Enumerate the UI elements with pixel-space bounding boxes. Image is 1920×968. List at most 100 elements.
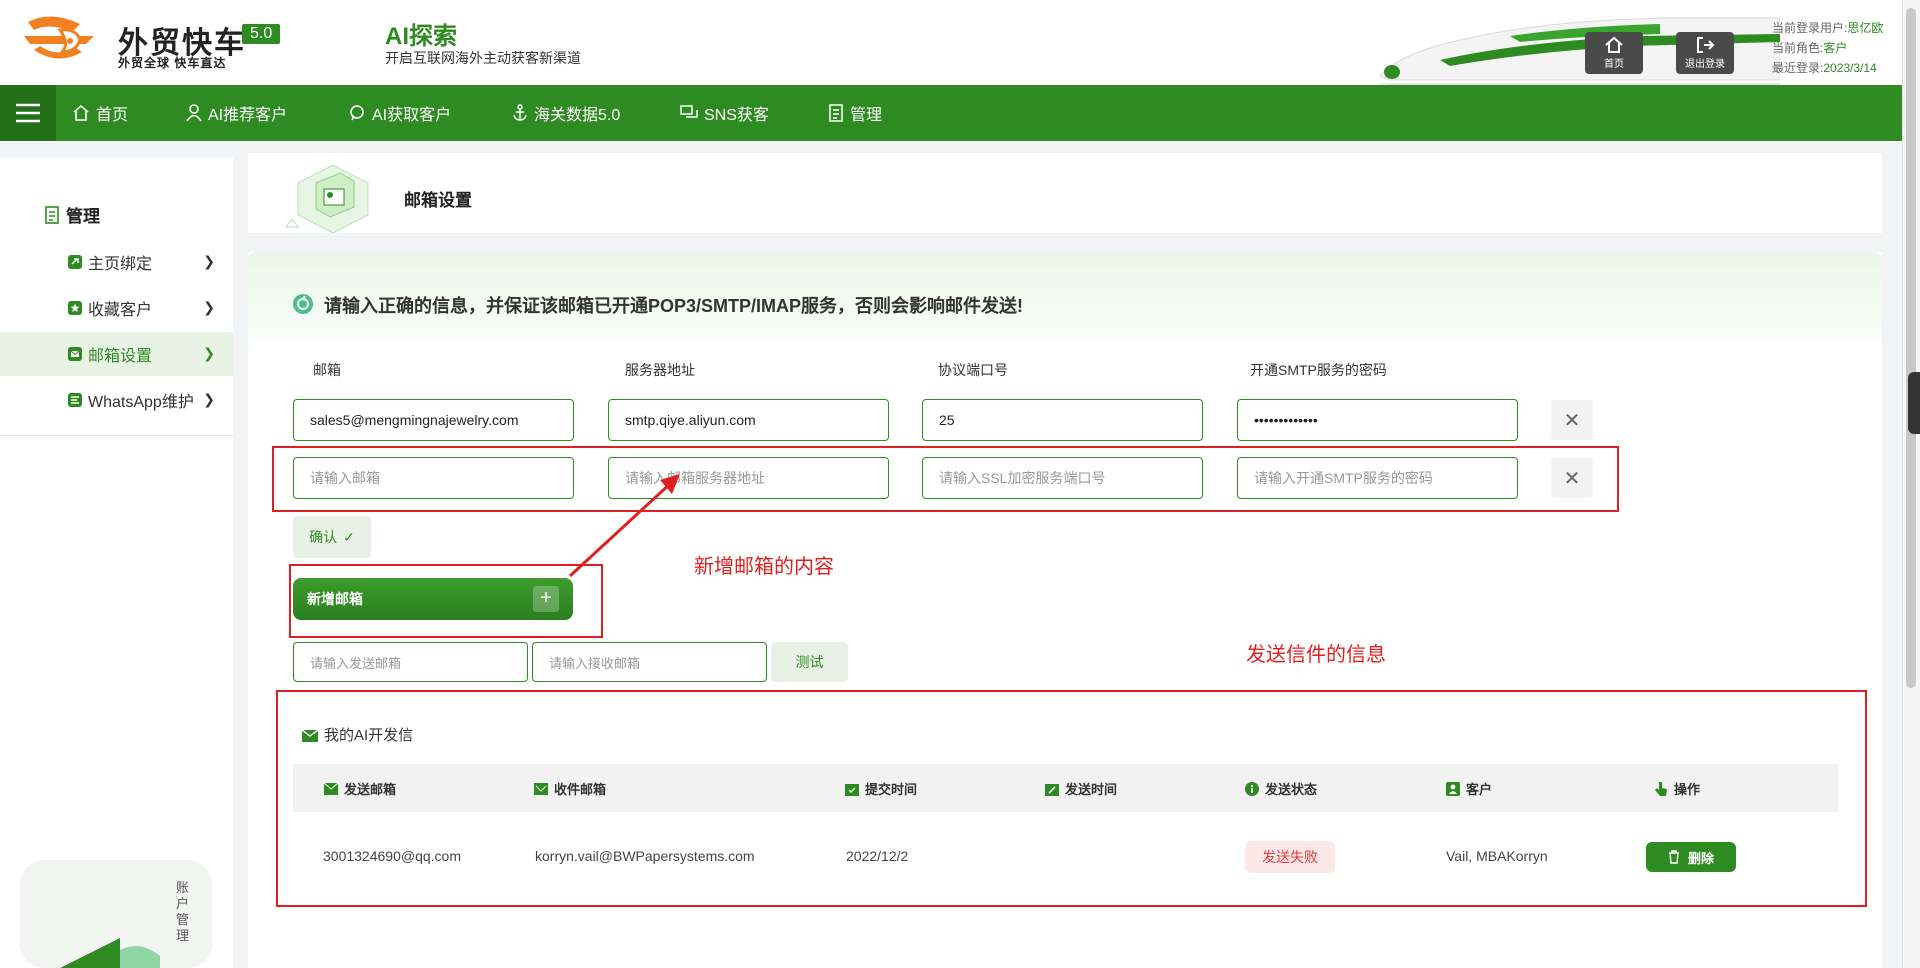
sidebar-divider <box>0 435 233 436</box>
port-field[interactable]: 25 <box>922 399 1203 441</box>
sidebar-item-homepage-binding[interactable]: 主页绑定 ❯ <box>0 240 233 284</box>
nav-item-label: 首页 <box>96 107 129 124</box>
email-field[interactable]: sales5@mengmingnajewelry.com <box>293 399 574 441</box>
delete-button[interactable]: 删除 <box>1646 842 1736 872</box>
column-submit-time: 提交时间 <box>845 779 917 798</box>
sidebar-item-whatsapp[interactable]: WhatsApp维护 ❯ <box>0 378 233 422</box>
nav-item-ai-recommend[interactable]: AI推荐客户 <box>186 85 287 141</box>
delete-button-label: 删除 <box>1687 850 1714 866</box>
menu-toggle-button[interactable] <box>0 85 56 141</box>
sidebar-item-favorites[interactable]: 收藏客户 ❯ <box>0 286 233 330</box>
sidebar-item-label: 邮箱设置 <box>88 348 153 365</box>
column-status: 发送状态 <box>1245 779 1317 798</box>
label-smtp-password: 开通SMTP服务的密码 <box>1250 362 1387 378</box>
column-label: 发送时间 <box>1065 782 1118 797</box>
nav-item-label: AI获取客户 <box>372 107 452 124</box>
nav-item-label: AI推荐客户 <box>208 107 288 124</box>
page-title-bar <box>248 153 1882 233</box>
document-icon <box>829 104 843 122</box>
annotation-box-add-button <box>289 564 603 638</box>
column-recipient: 收件邮箱 <box>534 779 606 798</box>
chevron-right-icon: ❯ <box>203 345 215 361</box>
server-field[interactable]: smtp.qiye.aliyun.com <box>608 399 889 441</box>
main-nav: 首页 AI推荐客户 AI获取客户 海关数据5.0 SNS获客 管理 <box>0 85 1902 141</box>
receive-mailbox-input[interactable]: 请输入接收邮箱 <box>532 642 767 682</box>
column-sender: 发送邮箱 <box>324 779 396 798</box>
page-title: 邮箱设置 <box>404 191 472 210</box>
send-mailbox-input[interactable]: 请输入发送邮箱 <box>293 642 528 682</box>
column-send-time: 发送时间 <box>1045 779 1117 798</box>
cell-sender: 3001324690@qq.com <box>323 848 461 864</box>
cell-customer: Vail, MBAKorryn <box>1446 848 1548 864</box>
info-circle-icon <box>1245 781 1259 796</box>
nav-item-label: 海关数据5.0 <box>534 107 621 124</box>
search-icon <box>350 105 364 121</box>
role-label: 当前角色: <box>1772 41 1824 55</box>
sidebar-item-label: 主页绑定 <box>88 256 153 273</box>
whatsapp-icon <box>68 393 82 407</box>
column-action: 操作 <box>1654 779 1700 798</box>
inbox-icon <box>534 782 548 795</box>
pointer-icon <box>1655 781 1667 796</box>
nav-item-sns[interactable]: SNS获客 <box>680 85 769 141</box>
anchor-icon <box>513 104 527 121</box>
chat-icon <box>680 105 698 118</box>
contact-icon <box>1446 781 1460 796</box>
cell-recipient: korryn.vail@BWPapersystems.com <box>535 848 755 864</box>
sidebar-item-label: 收藏客户 <box>88 302 153 319</box>
annotation-box-new-row <box>272 446 1619 512</box>
nav-item-label: SNS获客 <box>704 107 769 124</box>
trash-icon <box>1668 850 1679 864</box>
document-icon <box>45 205 59 224</box>
notice-text: 请输入正确的信息，并保证该邮箱已开通POP3/SMTP/IMAP服务，否则会影响… <box>324 296 1024 316</box>
chevron-right-icon: ❯ <box>203 299 215 315</box>
annotation-send-info: 发送信件的信息 <box>1246 644 1386 666</box>
ai-title: AI探索 <box>385 23 457 50</box>
mail-list-title-label: 我的AI开发信 <box>324 727 414 744</box>
column-label: 发送状态 <box>1265 782 1318 797</box>
password-field[interactable]: ••••••••••••• <box>1237 399 1518 441</box>
account-management-label[interactable]: 账户管理 <box>176 880 192 944</box>
logout-button-label: 退出登录 <box>1685 59 1725 70</box>
scrollbar-thumb[interactable] <box>1906 8 1916 688</box>
home-icon <box>73 104 89 121</box>
side-floating-tab[interactable] <box>1908 372 1920 434</box>
mail-icon <box>302 728 318 742</box>
calendar-icon <box>845 783 859 796</box>
label-server: 服务器地址 <box>625 362 695 378</box>
last-login-value: 2023/3/14 <box>1823 61 1877 75</box>
column-label: 提交时间 <box>865 782 918 797</box>
nav-item-manage[interactable]: 管理 <box>828 85 882 141</box>
send-mail-icon <box>324 782 338 795</box>
logout-button[interactable]: 退出登录 <box>1676 32 1734 74</box>
nav-item-home[interactable]: 首页 <box>72 85 128 141</box>
star-icon <box>68 301 82 315</box>
user-info: 当前登录用户:思亿欧 当前角色:客户 最近登录:2023/3/14 <box>1772 18 1883 78</box>
chevron-right-icon: ❯ <box>203 391 215 407</box>
logout-icon <box>1697 37 1715 53</box>
column-label: 收件邮箱 <box>554 782 607 797</box>
test-button[interactable]: 测试 <box>771 642 848 682</box>
check-icon: ✓ <box>343 528 355 545</box>
confirm-button-label: 确认 <box>309 529 338 545</box>
home-icon <box>1605 36 1623 53</box>
hamburger-icon <box>16 103 40 123</box>
remove-row-button[interactable]: ✕ <box>1551 400 1593 440</box>
nav-item-ai-acquire[interactable]: AI获取客户 <box>348 85 451 141</box>
cell-submitted: 2022/12/2 <box>846 848 909 864</box>
close-icon: ✕ <box>1563 409 1581 432</box>
sidebar-item-mail-settings[interactable]: 邮箱设置 ❯ <box>0 332 233 376</box>
confirm-button[interactable]: 确认 ✓ <box>293 516 371 558</box>
nav-item-customs[interactable]: 海关数据5.0 <box>512 85 620 141</box>
status-badge: 发送失败 <box>1245 841 1335 873</box>
ai-subtitle: 开启互联网海外主动获客新渠道 <box>385 50 581 66</box>
mail-list-title: 我的AI开发信 <box>302 724 413 745</box>
link-icon <box>68 255 82 269</box>
mail-settings-illustration-icon <box>285 164 369 233</box>
mail-icon <box>68 347 82 361</box>
last-login-label: 最近登录: <box>1772 61 1824 75</box>
role-value: 客户 <box>1823 41 1848 55</box>
edit-calendar-icon <box>1045 783 1059 796</box>
home-button[interactable]: 首页 <box>1585 32 1643 74</box>
user-value: 思亿欧 <box>1847 21 1884 35</box>
